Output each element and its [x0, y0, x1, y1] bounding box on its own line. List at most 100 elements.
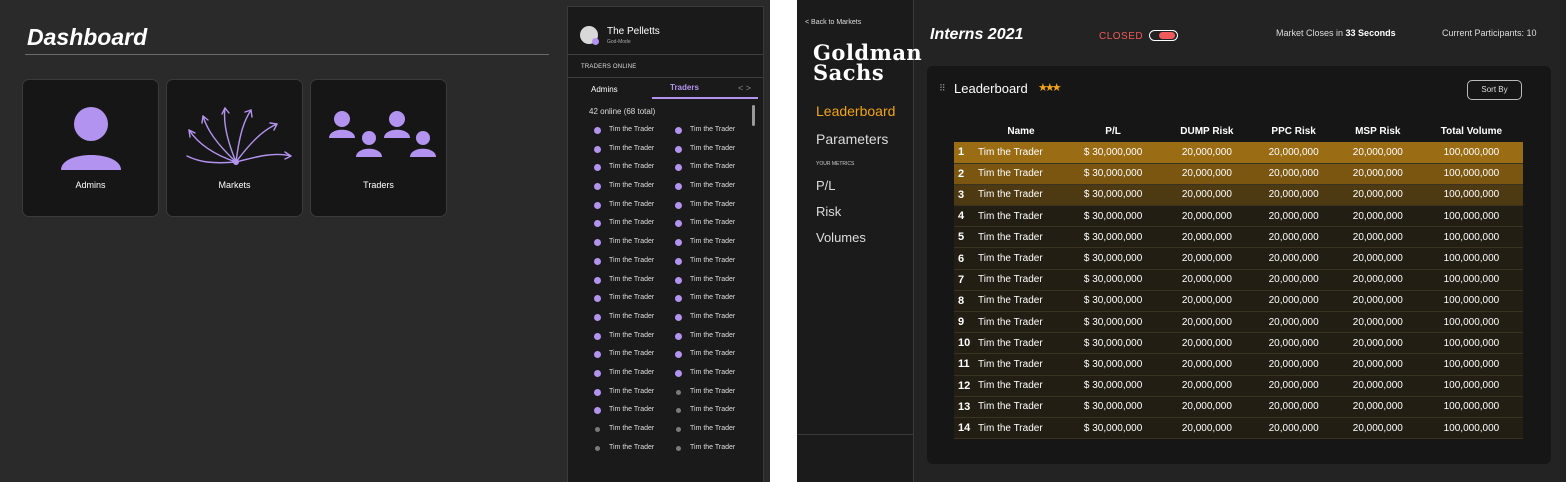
- tab-admins[interactable]: Admins: [591, 85, 618, 94]
- trader-name: Tim the Trader: [690, 256, 736, 264]
- table-row[interactable]: 7 Tim the Trader $ 30,000,000 20,000,000 20,…: [954, 269, 1523, 291]
- cell-total-volume: 100,000,000: [1419, 332, 1523, 355]
- cell-dump-risk: 20,000,000: [1162, 226, 1252, 249]
- trader-name: Tim the Trader: [609, 368, 655, 376]
- table-row[interactable]: 3 Tim the Trader $ 30,000,000 20,000,000 20,…: [954, 184, 1523, 207]
- online-dot-icon: [594, 239, 601, 247]
- cell-ppc-risk: 20,000,000: [1251, 184, 1336, 207]
- cell-ppc-risk: 20,000,000: [1251, 205, 1336, 228]
- online-dot-icon: [594, 276, 601, 284]
- column-header-pl[interactable]: P/L: [1064, 120, 1162, 142]
- cell-name: Tim the Trader: [978, 396, 1064, 418]
- online-dot-icon: [594, 201, 601, 209]
- sort-by-button[interactable]: Sort By: [1467, 80, 1522, 100]
- cell-dump-risk: 20,000,000: [1162, 269, 1252, 291]
- sidebar-divider: [568, 77, 763, 78]
- table-row[interactable]: 4 Tim the Trader $ 30,000,000 20,000,000 20,…: [954, 205, 1523, 228]
- column-header-dump-risk[interactable]: DUMP Risk: [1162, 120, 1251, 142]
- cell-pl: $ 30,000,000: [1064, 142, 1163, 164]
- back-to-markets-link[interactable]: < Back to Markets: [805, 19, 861, 26]
- trader-name: Tim the Trader: [609, 275, 655, 283]
- cell-dump-risk: 20,000,000: [1162, 247, 1252, 270]
- nav-item-pl[interactable]: P/L: [816, 178, 836, 193]
- cell-ppc-risk: 20,000,000: [1251, 226, 1336, 249]
- trader-name: Tim the Trader: [690, 238, 736, 246]
- column-header-name[interactable]: Name: [978, 120, 1064, 142]
- column-header-msp-risk[interactable]: MSP Risk: [1336, 120, 1420, 142]
- table-row[interactable]: 11 Tim the Trader $ 30,000,000 20,000,000 20…: [954, 353, 1523, 376]
- dashboard-screen: Dashboard Admins Markets Traders The Pel…: [0, 0, 770, 482]
- traders-card[interactable]: Traders: [310, 79, 447, 217]
- online-dot-icon: [594, 257, 601, 265]
- offline-dot-icon: [676, 427, 681, 432]
- cell-total-volume: 100,000,000: [1419, 226, 1523, 249]
- goldman-sachs-logo: Goldman Sachs: [813, 42, 922, 83]
- online-dot-icon: [594, 183, 601, 191]
- nav-item-volumes[interactable]: Volumes: [816, 230, 866, 245]
- tab-traders[interactable]: Traders: [670, 83, 699, 92]
- trader-name: Tim the Trader: [690, 312, 736, 320]
- markets-card-label: Markets: [218, 180, 251, 190]
- table-row[interactable]: 2 Tim the Trader $ 30,000,000 20,000,000 20,…: [954, 163, 1523, 185]
- online-dot-icon: [594, 332, 601, 340]
- column-header-total-volume[interactable]: Total Volume: [1420, 120, 1523, 142]
- closes-prefix: Market Closes in: [1276, 28, 1344, 38]
- online-dot-icon: [594, 313, 601, 321]
- table-row[interactable]: 6 Tim the Trader $ 30,000,000 20,000,000 20,…: [954, 247, 1523, 270]
- avatar[interactable]: [580, 26, 599, 45]
- trader-name: Tim the Trader: [690, 443, 736, 451]
- trader-name: Tim the Trader: [609, 312, 655, 320]
- trader-name: Tim the Trader: [690, 144, 736, 152]
- cell-ppc-risk: 20,000,000: [1251, 247, 1336, 270]
- cell-msp-risk: 20,000,000: [1335, 184, 1420, 207]
- table-row[interactable]: 5 Tim the Trader $ 30,000,000 20,000,000 20,…: [954, 226, 1523, 249]
- cell-msp-risk: 20,000,000: [1335, 332, 1420, 355]
- trader-name: Tim the Trader: [690, 331, 736, 339]
- trader-name: Tim the Trader: [690, 294, 736, 302]
- nav-item-risk[interactable]: Risk: [816, 204, 841, 219]
- active-tab-indicator: [652, 97, 758, 99]
- online-dot-icon: [594, 351, 601, 359]
- cell-msp-risk: 20,000,000: [1335, 163, 1420, 185]
- cell-rank: 14: [954, 417, 978, 440]
- markets-card[interactable]: Markets: [166, 79, 303, 217]
- online-dot-icon: [675, 369, 682, 377]
- admins-card[interactable]: Admins: [22, 79, 159, 217]
- page-title: Dashboard: [27, 24, 148, 50]
- cell-pl: $ 30,000,000: [1064, 247, 1163, 270]
- cell-rank: 7: [954, 269, 978, 291]
- online-dot-icon: [594, 369, 601, 377]
- cell-dump-risk: 20,000,000: [1162, 417, 1252, 440]
- table-row[interactable]: 13 Tim the Trader $ 30,000,000 20,000,000 20…: [954, 396, 1523, 418]
- trader-name: Tim the Trader: [690, 387, 736, 395]
- nav-item-leaderboard[interactable]: Leaderboard: [816, 103, 895, 119]
- table-row[interactable]: 9 Tim the Trader $ 30,000,000 20,000,000 20,…: [954, 311, 1523, 334]
- market-status-toggle[interactable]: [1149, 30, 1178, 41]
- trader-name: Tim the Trader: [609, 256, 655, 264]
- market-title: Interns 2021: [930, 26, 1024, 43]
- cell-rank: 10: [954, 332, 978, 355]
- cell-ppc-risk: 20,000,000: [1251, 353, 1336, 376]
- column-header-ppc-risk[interactable]: PPC Risk: [1252, 120, 1336, 142]
- cell-ppc-risk: 20,000,000: [1251, 417, 1336, 440]
- cell-pl: $ 30,000,000: [1064, 269, 1163, 291]
- table-row[interactable]: 10 Tim the Trader $ 30,000,000 20,000,000 20…: [954, 332, 1523, 355]
- online-dot-icon: [675, 257, 682, 265]
- table-row[interactable]: 14 Tim the Trader $ 30,000,000 20,000,000 20…: [954, 417, 1523, 440]
- trader-name: Tim the Trader: [690, 126, 736, 133]
- cell-total-volume: 100,000,000: [1419, 353, 1523, 376]
- toggle-knob: [1159, 32, 1175, 39]
- cell-name: Tim the Trader: [978, 353, 1064, 376]
- drag-handle-icon[interactable]: ⠿: [939, 83, 946, 94]
- table-row[interactable]: 8 Tim the Trader $ 30,000,000 20,000,000 20,…: [954, 290, 1523, 313]
- online-dot-icon: [675, 239, 682, 247]
- screenshot-stage: Dashboard Admins Markets Traders The Pel…: [0, 0, 1566, 482]
- online-dot-icon: [675, 164, 682, 172]
- cell-name: Tim the Trader: [978, 332, 1064, 355]
- cell-rank: 12: [954, 375, 978, 397]
- table-row[interactable]: 12 Tim the Trader $ 30,000,000 20,000,000 20…: [954, 375, 1523, 397]
- table-row[interactable]: 1 Tim the Trader $ 30,000,000 20,000,000 20,…: [954, 142, 1523, 164]
- tab-scroll-arrows[interactable]: < >: [738, 83, 751, 93]
- scrollbar[interactable]: [752, 105, 755, 126]
- nav-item-parameters[interactable]: Parameters: [816, 131, 888, 147]
